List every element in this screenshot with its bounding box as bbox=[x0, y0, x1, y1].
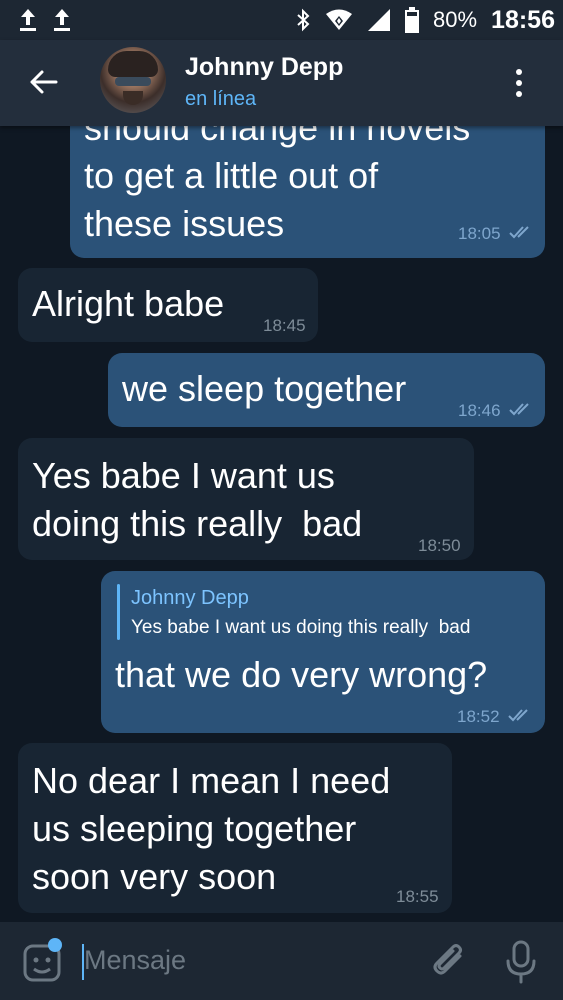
message-bubble-incoming[interactable]: No dear I mean I need us sleeping togeth… bbox=[18, 743, 452, 913]
message-text: No dear I mean I need us sleeping togeth… bbox=[32, 760, 391, 897]
more-vertical-icon[interactable] bbox=[512, 66, 526, 100]
signal-icon bbox=[368, 9, 390, 31]
emoji-notification-dot bbox=[48, 938, 62, 952]
message-text: we sleep together bbox=[122, 368, 407, 409]
message-input-bar bbox=[0, 922, 563, 1000]
upload-arrow-icon bbox=[20, 9, 36, 31]
message-time: 18:52 bbox=[457, 707, 500, 726]
chat-header: Johnny Depp en línea bbox=[0, 40, 563, 126]
bluetooth-icon bbox=[297, 8, 310, 32]
microphone-icon[interactable] bbox=[503, 939, 539, 985]
back-arrow-icon[interactable] bbox=[26, 64, 62, 100]
message-text: Alright babe bbox=[32, 283, 225, 324]
upload-arrow-icon bbox=[54, 9, 70, 31]
message-text: that we do very wrong? bbox=[115, 654, 488, 695]
reply-author[interactable]: Johnny Depp bbox=[131, 587, 249, 610]
message-text: Yes babe I want us doing this really bad bbox=[32, 455, 363, 544]
read-check-icon bbox=[509, 403, 529, 416]
attach-icon[interactable] bbox=[430, 942, 470, 982]
message-input[interactable] bbox=[84, 940, 384, 980]
message-time: 18:45 bbox=[263, 316, 306, 335]
wifi-icon bbox=[326, 9, 352, 30]
message-bubble-outgoing[interactable]: we sleep together 18:46 bbox=[108, 353, 545, 427]
reply-quote-bar bbox=[117, 584, 120, 640]
read-check-icon bbox=[509, 226, 529, 239]
message-list[interactable]: should change in novels to get a little … bbox=[0, 126, 563, 922]
message-text: should change in novels to get a little … bbox=[84, 126, 471, 244]
message-time: 18:50 bbox=[418, 536, 461, 555]
battery-icon bbox=[405, 7, 419, 33]
message-bubble-incoming[interactable]: Yes babe I want us doing this really bad… bbox=[18, 438, 474, 560]
read-check-icon bbox=[508, 709, 528, 722]
message-time: 18:55 bbox=[396, 887, 439, 906]
contact-name[interactable]: Johnny Depp bbox=[185, 53, 343, 82]
message-bubble-outgoing[interactable]: should change in novels to get a little … bbox=[70, 126, 545, 258]
contact-status: en línea bbox=[185, 88, 257, 110]
message-time: 18:05 bbox=[458, 224, 501, 243]
avatar[interactable] bbox=[100, 47, 166, 113]
message-bubble-outgoing[interactable]: Johnny Depp Yes babe I want us doing thi… bbox=[101, 571, 545, 733]
status-bar: 80% 18:56 bbox=[0, 0, 563, 40]
battery-percent: 80% bbox=[433, 7, 478, 32]
status-time: 18:56 bbox=[491, 5, 555, 34]
message-bubble-incoming[interactable]: Alright babe 18:45 bbox=[18, 268, 318, 342]
reply-text[interactable]: Yes babe I want us doing this really bad bbox=[131, 617, 470, 639]
message-time: 18:46 bbox=[458, 401, 501, 420]
